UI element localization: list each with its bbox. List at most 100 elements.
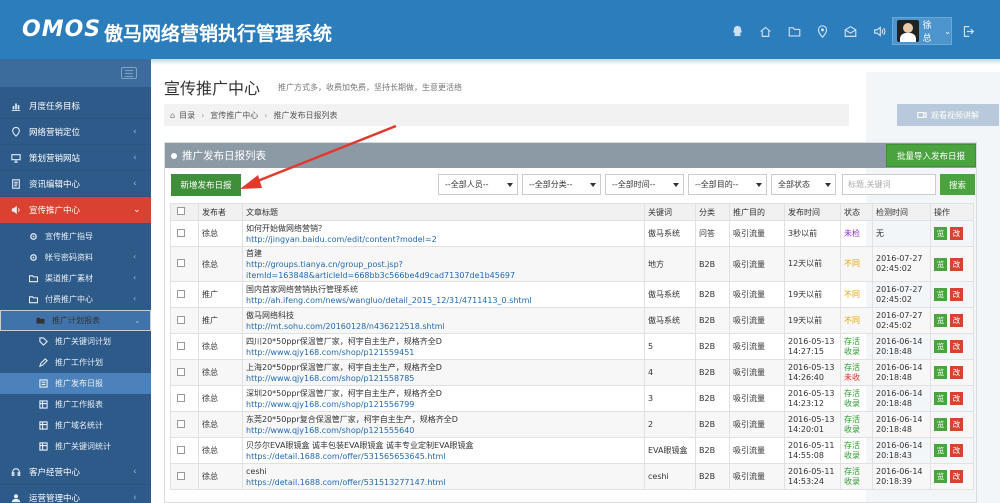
view-button[interactable]: 览 [934, 257, 947, 271]
video-icon [917, 111, 927, 119]
edit-button[interactable]: 改 [950, 314, 963, 327]
sidebar-subitem-materials[interactable]: 渠道推广素材 ‹ [0, 268, 151, 289]
cell-publisher: 徐总 [198, 411, 243, 438]
qq-icon[interactable] [730, 24, 744, 38]
watch-video-button[interactable]: 观看视频讲解 [897, 104, 999, 126]
filter-category[interactable]: --全部分类-- [522, 174, 601, 195]
row-checkbox[interactable] [177, 367, 185, 376]
col-category: 分类 [695, 203, 730, 221]
user-menu[interactable]: 徐总 ⌄ [892, 17, 952, 45]
filter-purpose[interactable]: --全部目的-- [688, 174, 767, 195]
cell-category: B2B [695, 333, 730, 360]
cell-status: 存活 收录 [840, 333, 873, 360]
cell-time: 12天以前 [784, 246, 841, 282]
sidebar-deepitem-work-report[interactable]: 推广工作报表 [0, 394, 151, 415]
sidebar-item-operations[interactable]: 运营管理中心 ‹ [0, 485, 151, 503]
edit-button[interactable]: 改 [950, 257, 963, 271]
sidebar-item-promotion[interactable]: 宣传推广中心 ⌄ [0, 197, 151, 223]
sidebar-deepitem-keyword-stats[interactable]: 推广关键词统计 [0, 436, 151, 457]
article-url[interactable]: http://jingyan.baidu.com/edit/content?mo… [246, 234, 641, 245]
search-button[interactable]: 搜索 [940, 174, 975, 195]
sidebar-deepitem-domain-stats[interactable]: 推广域名统计 [0, 415, 151, 436]
article-url-cont[interactable]: itemId=163848&articleId=668bb3c566be4d9c… [246, 270, 641, 281]
article-url[interactable]: https://detail.1688.com/offer/5315132771… [246, 477, 641, 488]
chevron-left-icon: ‹ [133, 493, 137, 503]
sidebar-item-website[interactable]: 策划营销网站 ‹ [0, 145, 151, 171]
view-button[interactable]: 览 [934, 392, 947, 405]
filter-time[interactable]: --全部时间-- [605, 174, 684, 195]
article-url[interactable]: https://detail.1688.com/offer/5315656536… [246, 451, 641, 462]
row-checkbox[interactable] [177, 393, 185, 402]
sidebar-deepitem-keyword-plan[interactable]: 推广关键词计划 [0, 331, 151, 352]
cell-time: 2016-05-13 14:23:12 [784, 385, 841, 412]
article-title: 四川20*50ppr保温管厂家，柯宇自主生产，规格齐全D [246, 336, 442, 346]
sidebar-item-positioning[interactable]: 网络营销定位 ‹ [0, 119, 151, 145]
sidebar-deepitem-work-plan[interactable]: 推广工作计划 [0, 352, 151, 373]
article-url[interactable]: http://www.qjy168.com/shop/p121556799 [246, 399, 641, 410]
edit-button[interactable]: 改 [950, 470, 963, 483]
cell-actions: 览改 [930, 437, 974, 464]
location-icon[interactable] [815, 24, 829, 38]
article-url[interactable]: http://groups.tianya.cn/group_post.jsp? [246, 259, 641, 270]
view-button[interactable]: 览 [934, 366, 947, 379]
view-button[interactable]: 览 [934, 340, 947, 353]
bulk-import-button[interactable]: 批量导入发布日报 [886, 144, 976, 167]
mail-icon[interactable] [843, 24, 857, 38]
view-button[interactable]: 览 [934, 418, 947, 431]
cell-category: B2B [695, 246, 730, 282]
edit-button[interactable]: 改 [950, 340, 963, 353]
sidebar-subitem-paid[interactable]: 付费推广中心 ‹ [0, 289, 151, 310]
view-button[interactable]: 览 [934, 470, 947, 483]
view-button[interactable]: 览 [934, 227, 947, 240]
view-button[interactable]: 览 [934, 314, 947, 327]
sidebar-item-editing[interactable]: 资讯编辑中心 ‹ [0, 171, 151, 197]
row-checkbox[interactable] [177, 445, 185, 454]
col-publisher: 发布者 [198, 203, 243, 221]
breadcrumb-section[interactable]: 宣传推广中心 [210, 110, 258, 121]
edit-button[interactable]: 改 [950, 392, 963, 405]
article-url[interactable]: http://www.qjy168.com/shop/p121559451 [246, 347, 641, 358]
list-icon [39, 379, 51, 388]
edit-button[interactable]: 改 [950, 227, 963, 240]
row-checkbox[interactable] [177, 419, 185, 428]
sidebar-subitem-guide[interactable]: 宣传推广指导 [0, 226, 151, 247]
row-checkbox[interactable] [177, 315, 185, 324]
folder-icon[interactable] [787, 24, 801, 38]
panel-header: 推广发布日报列表 [165, 143, 976, 168]
edit-button[interactable]: 改 [950, 366, 963, 379]
row-checkbox[interactable] [177, 259, 185, 267]
home-icon[interactable] [758, 24, 772, 38]
add-report-button[interactable]: 新增发布日报 [171, 174, 241, 196]
edit-button[interactable]: 改 [950, 418, 963, 431]
sidebar-subitem-accounts[interactable]: 帐号密码资料 ‹ [0, 247, 151, 268]
cell-time: 2016-05-13 14:26:40 [784, 359, 841, 386]
speaker-icon[interactable] [872, 24, 886, 38]
row-checkbox[interactable] [177, 228, 185, 237]
avatar [897, 20, 919, 42]
article-url[interactable]: http://mt.sohu.com/20160128/n436212518.s… [246, 321, 641, 332]
edit-button[interactable]: 改 [950, 444, 963, 457]
sidebar-collapse[interactable] [0, 59, 151, 87]
filter-person[interactable]: --全部人员-- [438, 174, 518, 195]
sidebar-deepitem-daily-report[interactable]: 推广发布日报 [0, 373, 151, 394]
article-url[interactable]: http://www.qjy168.com/shop/p121558785 [246, 373, 641, 384]
article-url[interactable]: http://ah.ifeng.com/news/wangluo/detail_… [246, 295, 641, 306]
view-button[interactable]: 览 [934, 288, 947, 301]
view-button[interactable]: 览 [934, 444, 947, 457]
row-checkbox[interactable] [177, 341, 185, 350]
logout-icon[interactable] [961, 24, 975, 38]
row-checkbox[interactable] [177, 289, 185, 298]
article-url[interactable]: http://www.qjy168.com/shop/p121555640 [246, 425, 641, 436]
table-row: 徐总 首建 http://groups.tianya.cn/group_post.j… [170, 246, 974, 282]
filter-status[interactable]: 全部状态 [771, 174, 836, 195]
select-all-checkbox[interactable] [177, 207, 185, 215]
sidebar-subitem-plan-reports[interactable]: 推广计划报表 ⌄ [0, 310, 151, 331]
sidebar-item-monthly-goals[interactable]: 月度任务目标 [0, 93, 151, 119]
chevron-left-icon: ‹ [133, 127, 137, 137]
sidebar-item-customers[interactable]: 客户经营中心 ‹ [0, 459, 151, 485]
row-checkbox[interactable] [177, 471, 185, 480]
breadcrumb-root[interactable]: 目录 [179, 110, 195, 121]
edit-button[interactable]: 改 [950, 288, 963, 301]
col-purpose: 推广目的 [729, 203, 785, 221]
keyword-input[interactable]: 标题,关键词 [842, 174, 936, 195]
